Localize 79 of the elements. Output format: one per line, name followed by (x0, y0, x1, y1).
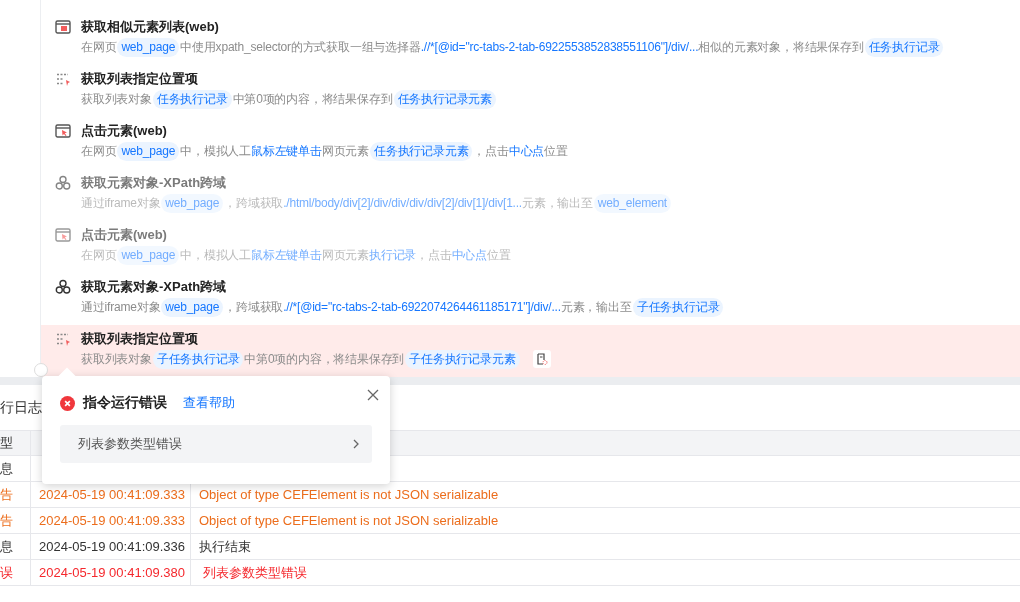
description-text: 获取列表对象 (81, 351, 152, 368)
step-title: 获取元素对象-XPath跨域 (81, 278, 228, 296)
step-item[interactable]: 获取元素对象-XPath跨域 通过iframe对象 web_page ，跨域获取.//*[@id="rc-tabs-2-tab-6922074264461185171"]/div/...元素，输出至 子任务执行记录 (41, 273, 1020, 325)
log-level: 息 (0, 538, 13, 554)
help-link[interactable]: 查看帮助 (183, 394, 235, 412)
description-text: 元素，输出至 (560, 299, 632, 316)
log-time: 2024-05-19 00:41:09.336 (39, 539, 185, 554)
variable-tag[interactable]: 子任务执行记录 (152, 349, 244, 369)
variable-tag[interactable]: 任务执行记录 (864, 37, 944, 57)
variable-tag[interactable]: 任务执行记录元素 (393, 89, 496, 109)
description-text: 在网页 (81, 247, 117, 264)
description-text: 位置 (544, 143, 568, 160)
panel-title: 行日志 (0, 399, 42, 415)
log-level: 告 (0, 486, 13, 502)
description-text: 网页元素 (321, 143, 370, 160)
browser-cursor-icon (55, 227, 71, 243)
log-time: 2024-05-19 00:41:09.333 (39, 487, 185, 502)
variable-tag[interactable]: web_page (161, 297, 224, 317)
chevron-icon (352, 438, 360, 450)
list-icon (55, 71, 71, 87)
log-message: 执行结束 (199, 538, 251, 554)
three-circles-icon (55, 175, 71, 191)
step-item[interactable]: 获取相似元素列表(web) 在网页 web_page 中使用xpath_selector的方式获取一组与选择器.//*[@id="rc-tabs-2-tab-6922553852838551106"]/div/...相似的元素对象，将结果保存到 任务执行记录 (41, 13, 1020, 65)
description-text: 中使用xpath_selector的方式获取一组与选择器 (180, 39, 421, 56)
description-text: 元素，输出至 (522, 195, 593, 212)
step-item[interactable]: 点击元素(web) 在网页 web_page 中，模拟人工鼠标左键单击网页元素 任务执行记录元素 ，点击中心点位置 (41, 117, 1020, 169)
description-text: 相似的元素对象，将结果保存到 (698, 39, 864, 56)
variable-tag[interactable]: 子任务执行记录元素 (405, 349, 520, 369)
error-icon (60, 395, 75, 411)
browser-cursor-icon (55, 123, 71, 139)
description-text: 网页元素 (321, 247, 370, 264)
description-text: 在网页 (81, 143, 117, 160)
description-text: ，点击 (416, 247, 452, 264)
step-title: 获取元素对象-XPath跨域 (81, 174, 228, 192)
description-text: 中第0项的内容，将结果保存到 (244, 351, 405, 368)
description-text: 位置 (487, 247, 511, 264)
parameter-link[interactable]: 中心点 (508, 140, 545, 162)
log-level: 息 (0, 460, 13, 476)
log-button[interactable] (532, 350, 551, 368)
description-text: 通过iframe对象 (81, 195, 161, 212)
description-text: 通过iframe对象 (81, 299, 161, 316)
parameter-link[interactable]: .//*[@id="rc-tabs-2-tab-6922074264461185171"]/div/... (283, 296, 561, 318)
column-header: 型 (0, 435, 13, 450)
log-time: 2024-05-19 00:41:09.333 (39, 513, 185, 528)
parameter-link[interactable]: 鼠标左键单击 (251, 140, 322, 162)
log-time: 2024-05-19 00:41:09.380 (39, 565, 185, 580)
step-title: 获取列表指定位置项 (81, 330, 199, 348)
description-text: 中第0项的内容，将结果保存到 (232, 91, 393, 108)
variable-tag[interactable]: web_page (117, 37, 180, 57)
description-text: ，跨域获取 (224, 195, 284, 212)
popover-title: 指令运行错误 (83, 394, 167, 412)
error-item[interactable]: 列表参数类型错误 (60, 425, 372, 463)
variable-tag[interactable]: 任务执行记录 (152, 89, 232, 109)
close-icon[interactable] (366, 388, 380, 402)
step-title: 获取列表指定位置项 (81, 70, 199, 88)
step-title: 点击元素(web) (81, 122, 168, 140)
step-title: 获取相似元素列表(web) (81, 18, 220, 36)
step-item[interactable]: 获取列表指定位置项 获取列表对象 子任务执行记录 中第0项的内容，将结果保存到 子任务执行记录元素 (41, 325, 1020, 377)
description-text: 中，模拟人工 (180, 247, 251, 264)
log-message: Object of type CEFElement is not JSON serializable (199, 513, 499, 528)
log-message: 列表参数类型错误 (202, 564, 307, 580)
log-level: 告 (0, 512, 13, 528)
description-text: ，跨域获取 (224, 299, 284, 316)
variable-tag[interactable]: web_page (117, 141, 180, 161)
browser-window-icon (55, 19, 71, 35)
log-level: 误 (0, 564, 13, 580)
description-text: 获取列表对象 (81, 91, 152, 108)
three-circles-icon (55, 279, 71, 295)
parameter-link[interactable]: .//*[@id="rc-tabs-2-tab-6922553852838551106"]/div/... (420, 36, 699, 58)
description-text: ，点击 (473, 143, 509, 160)
step-item[interactable]: 获取列表指定位置项 获取列表对象 任务执行记录 中第0项的内容，将结果保存到 任务执行记录元素 (41, 65, 1020, 117)
log-message: Object of type CEFElement is not JSON serializable (199, 487, 499, 502)
variable-tag[interactable]: 子任务执行记录 (632, 297, 724, 317)
step-title: 点击元素(web) (81, 226, 168, 244)
description-text: 中，模拟人工 (180, 143, 251, 160)
description-text: 在网页 (81, 39, 117, 56)
node-handle[interactable] (34, 363, 48, 377)
list-icon (55, 331, 71, 347)
variable-tag[interactable]: 任务执行记录元素 (370, 141, 473, 161)
